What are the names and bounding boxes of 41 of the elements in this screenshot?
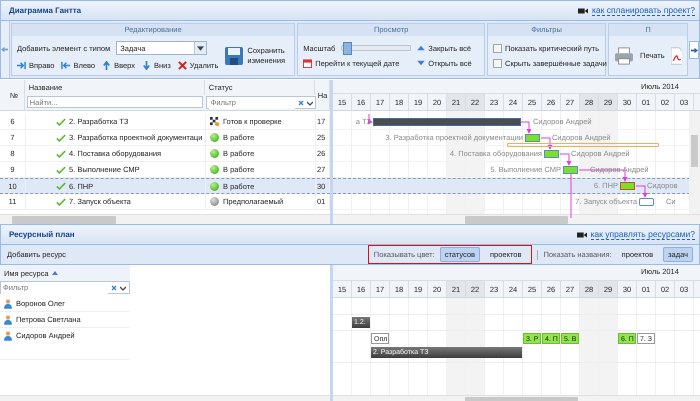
arrow-right-icon (16, 61, 26, 70)
checkbox[interactable] (493, 44, 502, 52)
sort-ascending-icon (52, 271, 58, 275)
printer-icon (614, 46, 634, 64)
arrow-left-icon (1, 46, 8, 53)
clear-icon[interactable] (111, 284, 117, 290)
panel-title: Диаграмма Гантта (9, 6, 82, 15)
person-icon (4, 299, 12, 309)
task-bar[interactable] (620, 182, 635, 190)
horizontal-scrollbar[interactable] (333, 214, 700, 224)
arrow-right-icon (690, 46, 698, 54)
triangle-down-icon (417, 60, 426, 66)
slider-thumb[interactable] (342, 42, 352, 55)
dropdown-caret-icon (197, 46, 204, 50)
video-camera-icon (578, 6, 588, 14)
arrow-up-icon (102, 61, 112, 70)
person-icon (4, 315, 12, 325)
arrow-down-icon (142, 61, 151, 70)
help-link[interactable]: как управлять ресурсами? (590, 229, 695, 240)
task-bar[interactable] (373, 118, 521, 126)
task-bar[interactable] (563, 166, 578, 174)
arrow-left-icon (61, 61, 70, 70)
task-bar[interactable] (544, 150, 559, 158)
delete-icon (178, 61, 187, 70)
help-link[interactable]: как спланировать проект? (592, 5, 695, 16)
scroll-right-button[interactable] (689, 41, 699, 59)
pdf-document-icon[interactable] (670, 46, 682, 64)
panel-title: Ресурсный план (9, 230, 76, 239)
scroll-left-button[interactable] (1, 21, 10, 78)
dropdown-caret-icon[interactable] (120, 284, 126, 290)
triangle-up-icon (417, 45, 426, 51)
video-camera-icon (576, 230, 587, 238)
checkbox[interactable] (493, 58, 502, 68)
task-bar[interactable] (525, 134, 540, 142)
horizontal-scrollbar[interactable] (0, 214, 330, 224)
person-icon (4, 331, 12, 341)
dropdown-caret-icon[interactable] (306, 100, 313, 106)
task-bar[interactable] (639, 198, 654, 206)
vertical-scrollbar[interactable] (689, 111, 700, 214)
clear-icon[interactable] (298, 100, 304, 106)
calendar-icon (303, 58, 312, 68)
